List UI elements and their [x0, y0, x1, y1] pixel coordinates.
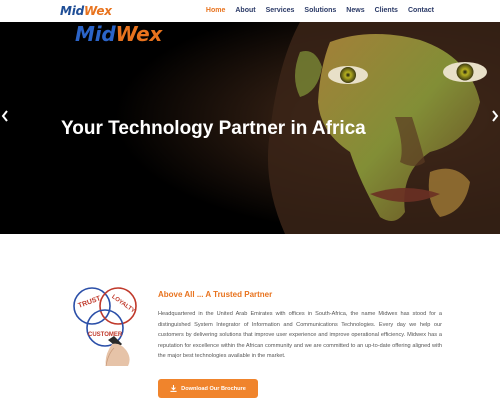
hero-logo: Mid Wex — [75, 22, 162, 46]
nav-clients[interactable]: Clients — [370, 6, 403, 16]
site-header: Mid Wex Home About Services Solutions New… — [0, 0, 500, 22]
intro-body: Headquartered in the United Arab Emirate… — [158, 311, 442, 359]
nav-solutions[interactable]: Solutions — [299, 6, 341, 16]
intro-title: Above All ... A Trusted Partner — [158, 290, 273, 299]
graphic-word-trust: TRUST — [77, 295, 102, 310]
hero-logo-mid: Mid — [75, 22, 116, 46]
download-brochure-label: Download Our Brochure — [181, 385, 246, 392]
main-nav: Home About Services Solutions News Clien… — [201, 6, 439, 16]
download-brochure-button[interactable]: Download Our Brochure — [158, 379, 258, 398]
slider-next-button[interactable] — [490, 110, 500, 124]
hero-slider: Mid Wex Your Technology Partner in Africa — [0, 22, 500, 234]
trust-loyalty-customer-graphic: TRUST LOYALTY CUSTOMER — [73, 287, 137, 366]
nav-news[interactable]: News — [341, 6, 369, 16]
graphic-word-loyalty: LOYALTY — [110, 294, 136, 314]
nav-services[interactable]: Services — [261, 6, 300, 16]
download-icon — [170, 385, 177, 392]
nav-contact[interactable]: Contact — [403, 6, 439, 16]
logo-part-wex: Wex — [84, 4, 112, 18]
graphic-word-customer: CUSTOMER — [88, 332, 123, 338]
slider-prev-button[interactable] — [0, 110, 10, 124]
nav-home[interactable]: Home — [201, 6, 230, 16]
chevron-right-icon — [492, 110, 499, 122]
hero-title: Your Technology Partner in Africa — [61, 118, 366, 139]
site-logo[interactable]: Mid Wex — [60, 4, 112, 18]
logo-part-mid: Mid — [60, 4, 85, 18]
hero-logo-wex: Wex — [115, 22, 163, 46]
nav-about[interactable]: About — [230, 6, 260, 16]
chevron-left-icon — [1, 110, 8, 122]
